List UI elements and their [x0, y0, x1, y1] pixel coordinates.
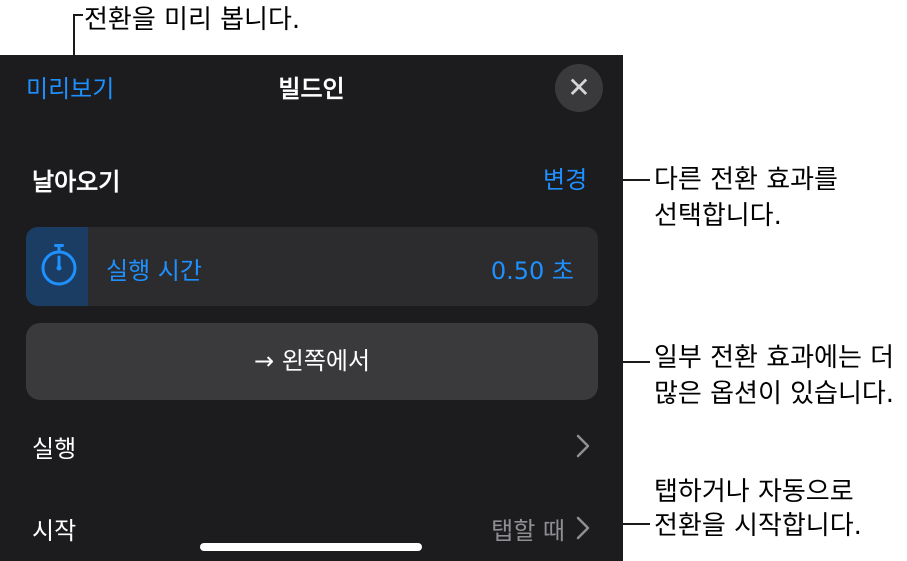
- change-callout-line2: 선택합니다.: [654, 201, 782, 231]
- chevron-right-icon: [576, 516, 590, 540]
- preview-callout-tick: [73, 14, 83, 16]
- arrow-right-icon: →: [253, 347, 275, 375]
- change-button[interactable]: 변경: [543, 160, 587, 195]
- start-value: 탭할 때: [491, 517, 565, 545]
- panel-title: 빌드인: [278, 75, 345, 103]
- direction-button[interactable]: → 왼쪽에서: [26, 323, 598, 400]
- options-callout-line2: 많은 옵션이 있습니다.: [654, 379, 895, 409]
- change-callout-line1: 다른 전환 효과를: [654, 165, 838, 195]
- effect-name: 날아오기: [32, 168, 121, 196]
- start-callout-line2: 전환을 시작합니다.: [654, 511, 862, 541]
- close-icon: ✕: [567, 71, 591, 104]
- delivery-label: 실행: [32, 435, 77, 463]
- close-button[interactable]: ✕: [555, 64, 603, 112]
- chevron-right-icon: [576, 434, 590, 458]
- stopwatch-icon: [41, 244, 77, 286]
- duration-value: 0.50 초: [490, 257, 574, 285]
- options-callout-line1: 일부 전환 효과에는 더: [654, 343, 895, 373]
- direction-label: 왼쪽에서: [281, 347, 371, 375]
- preview-callout: 전환을 미리 봅니다.: [84, 5, 301, 35]
- home-indicator[interactable]: [200, 543, 422, 551]
- start-label: 시작: [32, 517, 77, 545]
- transition-panel: 미리보기 빌드인 ✕ 날아오기 변경 실행 시간 0.50 초 → 왼쪽에서 실…: [0, 55, 623, 561]
- duration-label: 실행 시간: [106, 257, 202, 285]
- duration-row[interactable]: 실행 시간 0.50 초: [26, 227, 598, 306]
- duration-fill: [26, 227, 88, 306]
- start-callout-line1: 탭하거나 자동으로: [654, 477, 854, 507]
